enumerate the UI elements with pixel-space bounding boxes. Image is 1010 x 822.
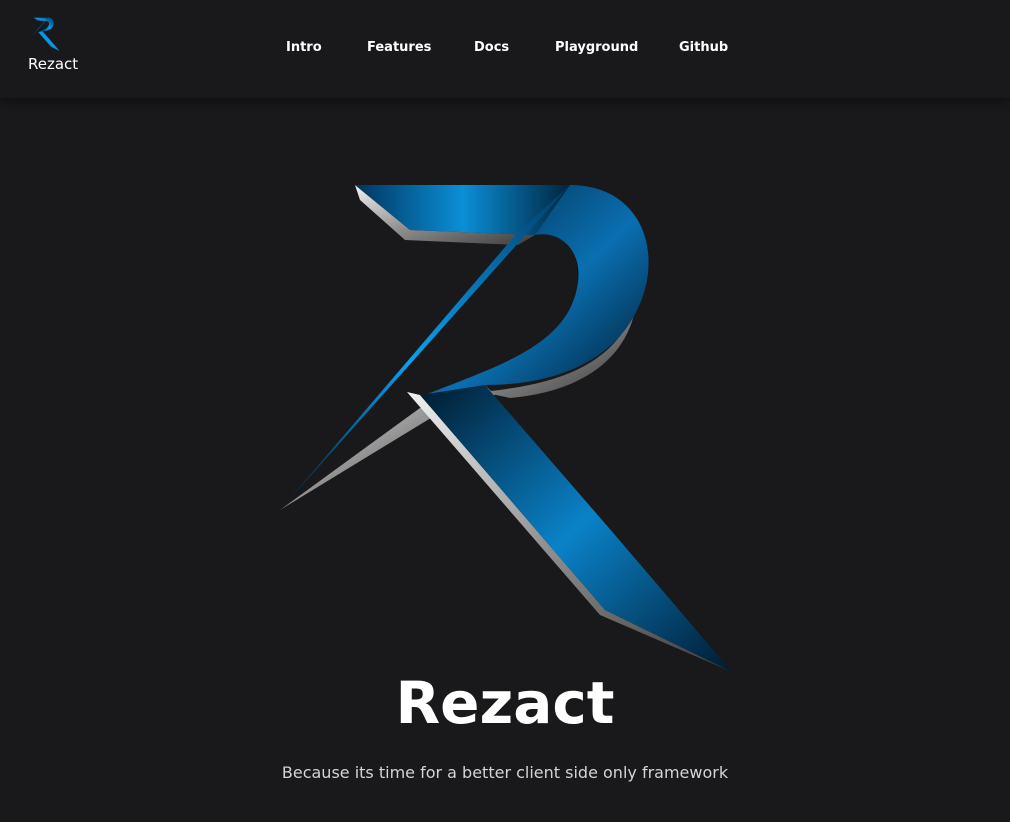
rezact-r-logo-icon bbox=[280, 185, 732, 672]
nav-link-features[interactable]: Features bbox=[367, 40, 431, 56]
hero-tagline: Because its time for a better client sid… bbox=[281, 763, 729, 782]
brand-home-link[interactable]: Rezact bbox=[22, 14, 84, 78]
hero-title: Rezact bbox=[395, 669, 615, 737]
nav-link-docs[interactable]: Docs bbox=[474, 40, 509, 56]
nav-link-intro[interactable]: Intro bbox=[286, 40, 322, 56]
top-navbar: Rezact Intro Features Docs Playground Gi… bbox=[0, 0, 1010, 98]
nav-link-playground[interactable]: Playground bbox=[555, 40, 638, 56]
nav-link-github[interactable]: Github bbox=[679, 40, 728, 56]
brand-name: Rezact bbox=[28, 55, 79, 73]
rezact-logo-icon bbox=[28, 17, 60, 51]
